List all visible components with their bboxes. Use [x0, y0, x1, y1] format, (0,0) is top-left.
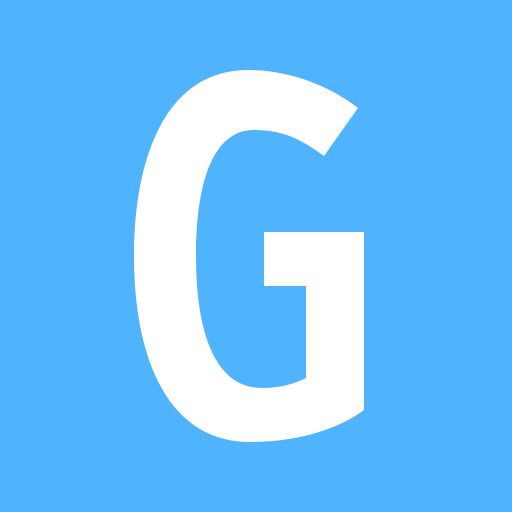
app-icon — [0, 0, 512, 512]
letter-g-logo — [134, 70, 364, 442]
